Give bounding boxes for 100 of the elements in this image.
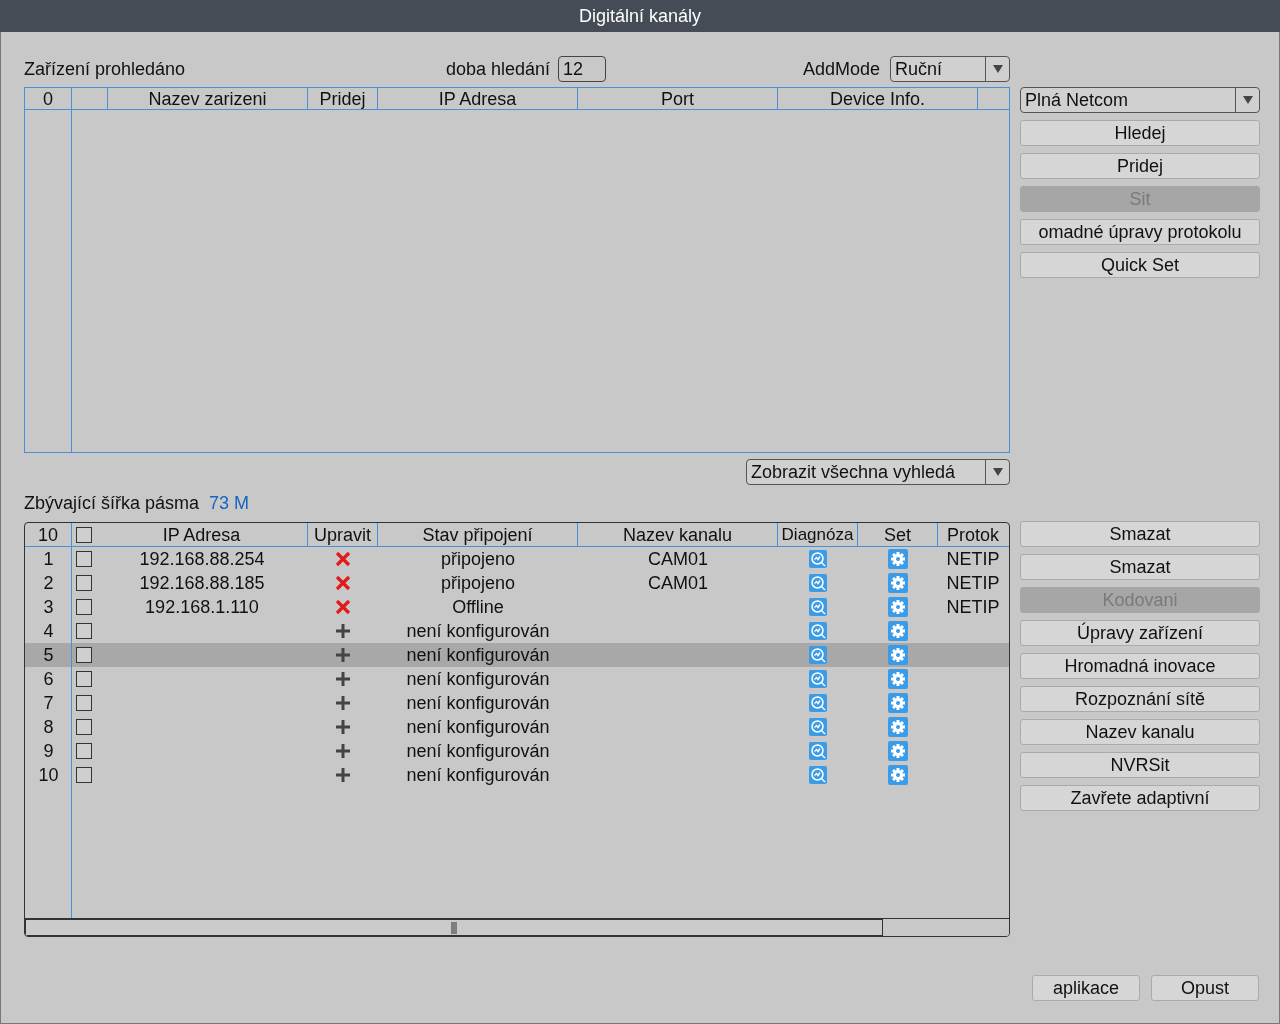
checkbox[interactable]: [76, 599, 92, 615]
action-button[interactable]: Nazev kanalu: [1020, 719, 1260, 745]
checkbox[interactable]: [76, 671, 92, 687]
column-header: Pridej: [308, 88, 378, 109]
table-cell-text: 192.168.88.185: [139, 571, 265, 595]
settings-icon[interactable]: [888, 669, 908, 689]
table-cell-text: 2: [42, 571, 55, 595]
action-button[interactable]: Smazat: [1020, 521, 1260, 547]
table-row[interactable]: 8 není konfigurován: [25, 715, 1009, 739]
action-button[interactable]: Pridej: [1020, 153, 1260, 179]
diagnosis-icon[interactable]: [809, 598, 827, 616]
settings-icon[interactable]: [888, 717, 908, 737]
diagnosis-icon[interactable]: [809, 646, 827, 664]
table-row[interactable]: 3 192.168.1.110 Offline NETIP: [25, 595, 1009, 619]
settings-icon[interactable]: [888, 549, 908, 569]
footer-button[interactable]: aplikace: [1032, 975, 1140, 1001]
column-header: IP Adresa: [378, 88, 578, 109]
table-row[interactable]: 6 není konfigurován: [25, 667, 1009, 691]
table-cell-text: 3: [42, 595, 55, 619]
checkbox[interactable]: [76, 526, 92, 543]
search-time-field[interactable]: 12: [558, 56, 607, 82]
action-button[interactable]: omadné úpravy protokolu: [1020, 219, 1260, 245]
diagnosis-icon[interactable]: [809, 694, 827, 712]
checkbox[interactable]: [76, 647, 92, 663]
settings-icon[interactable]: [888, 765, 908, 785]
settings-icon[interactable]: [888, 693, 908, 713]
delete-icon[interactable]: [335, 575, 351, 591]
table-cell-text: CAM01: [648, 571, 708, 595]
delete-icon[interactable]: [335, 599, 351, 615]
table-row[interactable]: 9 není konfigurován: [25, 739, 1009, 763]
filter-select[interactable]: Zobrazit všechna vyhledá: [746, 459, 1010, 485]
table-row[interactable]: 10 není konfigurován: [25, 763, 1009, 787]
diagnosis-icon[interactable]: [809, 670, 827, 688]
action-button[interactable]: Quick Set: [1020, 252, 1260, 278]
table-row[interactable]: 7 není konfigurován: [25, 691, 1009, 715]
search-time-label: doba hledání: [446, 57, 551, 81]
checkbox[interactable]: [76, 551, 92, 567]
checkbox[interactable]: [76, 695, 92, 711]
scrollbar-thumb[interactable]: [25, 919, 883, 936]
diagnosis-icon[interactable]: [809, 718, 827, 736]
footer-button[interactable]: Opust: [1151, 975, 1259, 1001]
diagnosis-icon[interactable]: [809, 742, 827, 760]
protocol-select[interactable]: Plná Netcom: [1020, 87, 1260, 113]
delete-icon[interactable]: [335, 551, 351, 567]
action-button[interactable]: Rozpoznání sítě: [1020, 686, 1260, 712]
table-cell-text: 4: [42, 619, 55, 643]
add-mode-select[interactable]: Ruční: [890, 56, 1010, 82]
checkbox[interactable]: [76, 623, 92, 639]
checkbox[interactable]: [76, 767, 92, 783]
column-header: 0: [25, 88, 72, 109]
table-cell-text: není konfigurován: [406, 619, 550, 643]
action-button[interactable]: Zavřete adaptivní: [1020, 785, 1260, 811]
add-icon[interactable]: [336, 696, 350, 710]
add-icon[interactable]: [336, 672, 350, 686]
column-header: Diagnóza: [778, 523, 858, 546]
checkbox[interactable]: [76, 719, 92, 735]
action-button[interactable]: Smazat: [1020, 554, 1260, 580]
dropdown-caret-icon: [1242, 96, 1253, 104]
table-row[interactable]: 2 192.168.88.185 připojeno CAM01 NETIP: [25, 571, 1009, 595]
add-icon[interactable]: [336, 720, 350, 734]
action-button[interactable]: Hromadná inovace: [1020, 653, 1260, 679]
diagnosis-icon[interactable]: [809, 766, 827, 784]
checkbox[interactable]: [76, 743, 92, 759]
action-button[interactable]: Úpravy zařízení: [1020, 620, 1260, 646]
settings-icon[interactable]: [888, 645, 908, 665]
table-row[interactable]: 1 192.168.88.254 připojeno CAM01 NETIP: [25, 547, 1009, 571]
add-icon[interactable]: [336, 624, 350, 638]
grip-icon: [451, 921, 457, 934]
table-cell-text: není konfigurován: [406, 715, 550, 739]
table-row[interactable]: 5 není konfigurován: [25, 643, 1009, 667]
settings-icon[interactable]: [888, 573, 908, 593]
horizontal-scrollbar[interactable]: [25, 918, 1009, 936]
table-cell-text: 5: [42, 643, 55, 667]
add-icon[interactable]: [336, 744, 350, 758]
table-cell-text: 192.168.1.110: [145, 595, 259, 619]
table-row[interactable]: 4 není konfigurován: [25, 619, 1009, 643]
diagnosis-icon[interactable]: [809, 574, 827, 592]
add-icon[interactable]: [336, 768, 350, 782]
action-button[interactable]: NVRSit: [1020, 752, 1260, 778]
action-button[interactable]: Hledej: [1020, 120, 1260, 146]
column-header: Protok: [946, 524, 1000, 546]
table-cell-text: připojeno: [440, 547, 516, 571]
diagnosis-icon[interactable]: [809, 550, 827, 568]
settings-icon[interactable]: [888, 597, 908, 617]
table-cell-text: Offline: [452, 595, 504, 619]
checkbox[interactable]: [76, 575, 92, 591]
column-header: IP Adresa: [96, 523, 308, 546]
table-cell-text: není konfigurován: [406, 739, 550, 763]
table-cell-text: 7: [42, 691, 55, 715]
add-icon[interactable]: [336, 648, 350, 662]
settings-icon[interactable]: [888, 621, 908, 641]
table-cell-text: 9: [42, 739, 55, 763]
table-cell-text: není konfigurován: [406, 643, 550, 667]
column-header: Device Info.: [778, 88, 978, 109]
found-label: Zařízení prohledáno: [24, 57, 187, 81]
diagnosis-icon[interactable]: [809, 622, 827, 640]
table-cell-text: NETIP: [946, 571, 1000, 595]
column-header: Port: [578, 88, 778, 109]
table-cell-text: připojeno: [440, 571, 516, 595]
settings-icon[interactable]: [888, 741, 908, 761]
